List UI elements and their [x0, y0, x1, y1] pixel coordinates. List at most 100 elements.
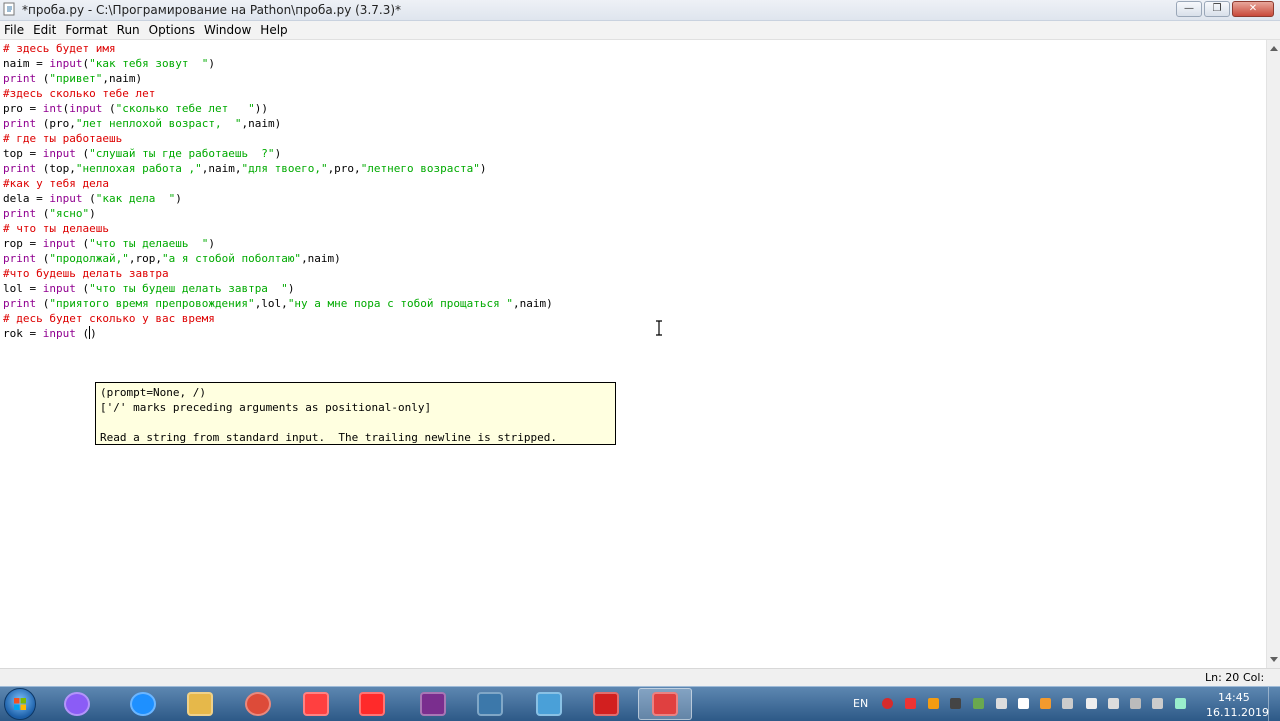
clock-time[interactable]: 14:45 — [1218, 691, 1250, 704]
menu-file[interactable]: File — [0, 21, 29, 39]
menu-window[interactable]: Window — [200, 21, 256, 39]
show-desktop-button[interactable] — [1268, 687, 1280, 721]
taskbar-app-acrobat-reader[interactable] — [579, 688, 633, 720]
code-line[interactable]: print (pro,"лет неплохой возраст, ",naim… — [3, 116, 553, 131]
code-line[interactable]: print ("привет",naim) — [3, 71, 553, 86]
taskbar-app-picture-viewer[interactable] — [522, 688, 576, 720]
code-token-plain: ) — [274, 147, 282, 160]
picture-viewer-icon — [536, 692, 562, 716]
code-line[interactable]: top = input ("слушай ты где работаешь ?"… — [3, 146, 553, 161]
code-line[interactable]: rop = input ("что ты делаешь ") — [3, 236, 553, 251]
clock-date[interactable]: 16.11.2019 — [1206, 706, 1269, 719]
code-token-plain: ( — [75, 147, 90, 160]
action-center-icon[interactable] — [1152, 698, 1163, 709]
code-token-string: "привет" — [49, 72, 103, 85]
taskbar-app-alice[interactable] — [50, 688, 104, 720]
network-tray-icon[interactable] — [1062, 698, 1073, 709]
maximize-button[interactable]: ❐ — [1204, 1, 1230, 17]
app4-tray-icon[interactable] — [1018, 698, 1029, 709]
close-button[interactable]: ✕ — [1232, 1, 1274, 17]
signal-bars-icon[interactable] — [1175, 698, 1186, 709]
status-bar: Ln: 20 Col: 13 — [0, 668, 1280, 697]
menu-format[interactable]: Format — [61, 21, 112, 39]
minimize-button[interactable]: — — [1176, 1, 1202, 17]
code-line[interactable]: print ("ясно") — [3, 206, 553, 221]
capture-tray-icon[interactable] — [950, 698, 961, 709]
code-token-plain: ) — [90, 327, 97, 340]
code-line[interactable]: # где ты работаешь — [3, 131, 553, 146]
scroll-down-icon[interactable] — [1270, 657, 1278, 662]
taskbar-app-chrome[interactable] — [231, 688, 285, 720]
menu-options[interactable]: Options — [145, 21, 200, 39]
code-token-plain: ( — [75, 327, 90, 340]
code-token-string: "что ты будеш делать завтра " — [89, 282, 288, 295]
flag-tray-icon[interactable] — [1130, 698, 1141, 709]
code-token-string: "как тебя зовут " — [89, 57, 209, 70]
taskbar-app-internet-explorer[interactable] — [116, 688, 170, 720]
taskbar-app-winrar[interactable] — [406, 688, 460, 720]
code-line[interactable]: pro = int(input ("сколько тебе лет ")) — [3, 101, 553, 116]
code-token-plain: ( — [82, 192, 96, 205]
menu-help[interactable]: Help — [256, 21, 292, 39]
code-line[interactable]: #как у тебя дела — [3, 176, 553, 191]
code-line[interactable]: #что будешь делать завтра — [3, 266, 553, 281]
internet-explorer-icon — [130, 692, 156, 716]
taskbar-app-file-explorer[interactable] — [173, 688, 227, 720]
maximize-icon: ❐ — [1212, 3, 1222, 14]
taskbar-app-yandex[interactable] — [289, 688, 343, 720]
code-line[interactable]: naim = input("как тебя зовут ") — [3, 56, 553, 71]
taskbar-app-yandex-browser[interactable] — [345, 688, 399, 720]
code-line[interactable]: lol = input ("что ты будеш делать завтра… — [3, 281, 553, 296]
keyboard-icon[interactable] — [1108, 698, 1119, 709]
menu-edit[interactable]: Edit — [29, 21, 61, 39]
screen-recorder-icon — [652, 692, 678, 716]
alice-icon — [64, 692, 90, 716]
code-editor[interactable]: # здесь будет имя naim = input("как тебя … — [0, 40, 1266, 668]
code-token-plain: ,naim, — [201, 162, 242, 175]
code-token-string: "как дела " — [95, 192, 176, 205]
code-token-comment: #как у тебя дела — [3, 177, 109, 190]
code-token-builtin: input — [49, 57, 83, 70]
code-token-plain: top = — [3, 147, 43, 160]
code-line[interactable]: print ("продолжай,",rop,"а я стобой побо… — [3, 251, 553, 266]
app2-tray-icon[interactable] — [973, 698, 984, 709]
code-token-plain: )) — [254, 102, 268, 115]
code-token-string: "летнего возраста" — [360, 162, 480, 175]
opera-tray-icon[interactable] — [882, 698, 893, 709]
code-token-plain: ,lol, — [254, 297, 288, 310]
file-explorer-icon — [187, 692, 213, 716]
code-token-plain: ( — [36, 252, 50, 265]
taskbar: EN 14:45 16.11.2019 — [0, 686, 1280, 721]
code-token-builtin: print — [3, 162, 37, 175]
code-token-string: "лет неплохой возраст, " — [75, 117, 242, 130]
volume-icon[interactable] — [1086, 698, 1097, 709]
taskbar-app-screen-recorder[interactable] — [638, 688, 692, 720]
code-text[interactable]: # здесь будет имя naim = input("как тебя … — [3, 41, 553, 341]
app-tray-icon[interactable] — [928, 698, 939, 709]
code-line[interactable]: print ("приятого время препровождения",l… — [3, 296, 553, 311]
code-line[interactable]: # десь будет сколько у вас время — [3, 311, 553, 326]
code-line[interactable]: print (top,"неплохая работа ,",naim,"для… — [3, 161, 553, 176]
code-line[interactable]: #здесь сколько тебе лет — [3, 86, 553, 101]
app3-tray-icon[interactable] — [996, 698, 1007, 709]
code-token-string: "продолжай," — [49, 252, 129, 265]
yandex-tray-icon[interactable] — [905, 698, 916, 709]
vertical-scrollbar[interactable] — [1266, 40, 1280, 668]
code-token-builtin: print — [3, 72, 37, 85]
language-indicator[interactable]: EN — [853, 697, 868, 710]
scroll-up-icon[interactable] — [1270, 46, 1278, 51]
code-line[interactable]: dela = input ("как дела ") — [3, 191, 553, 206]
menu-run[interactable]: Run — [113, 21, 145, 39]
winrar-icon — [420, 692, 446, 716]
code-line[interactable]: rok = input () — [3, 326, 553, 341]
code-token-plain: ( — [75, 237, 90, 250]
status-line: Ln: 20 — [1205, 671, 1240, 684]
code-line[interactable]: # здесь будет имя — [3, 41, 553, 56]
taskbar-app-python-idle[interactable] — [463, 688, 517, 720]
app5-tray-icon[interactable] — [1040, 698, 1051, 709]
python-file-icon — [3, 2, 15, 16]
code-token-builtin: input — [42, 237, 76, 250]
start-button[interactable] — [4, 688, 36, 720]
code-line[interactable]: # что ты делаешь — [3, 221, 553, 236]
code-token-comment: #что будешь делать завтра — [3, 267, 169, 280]
